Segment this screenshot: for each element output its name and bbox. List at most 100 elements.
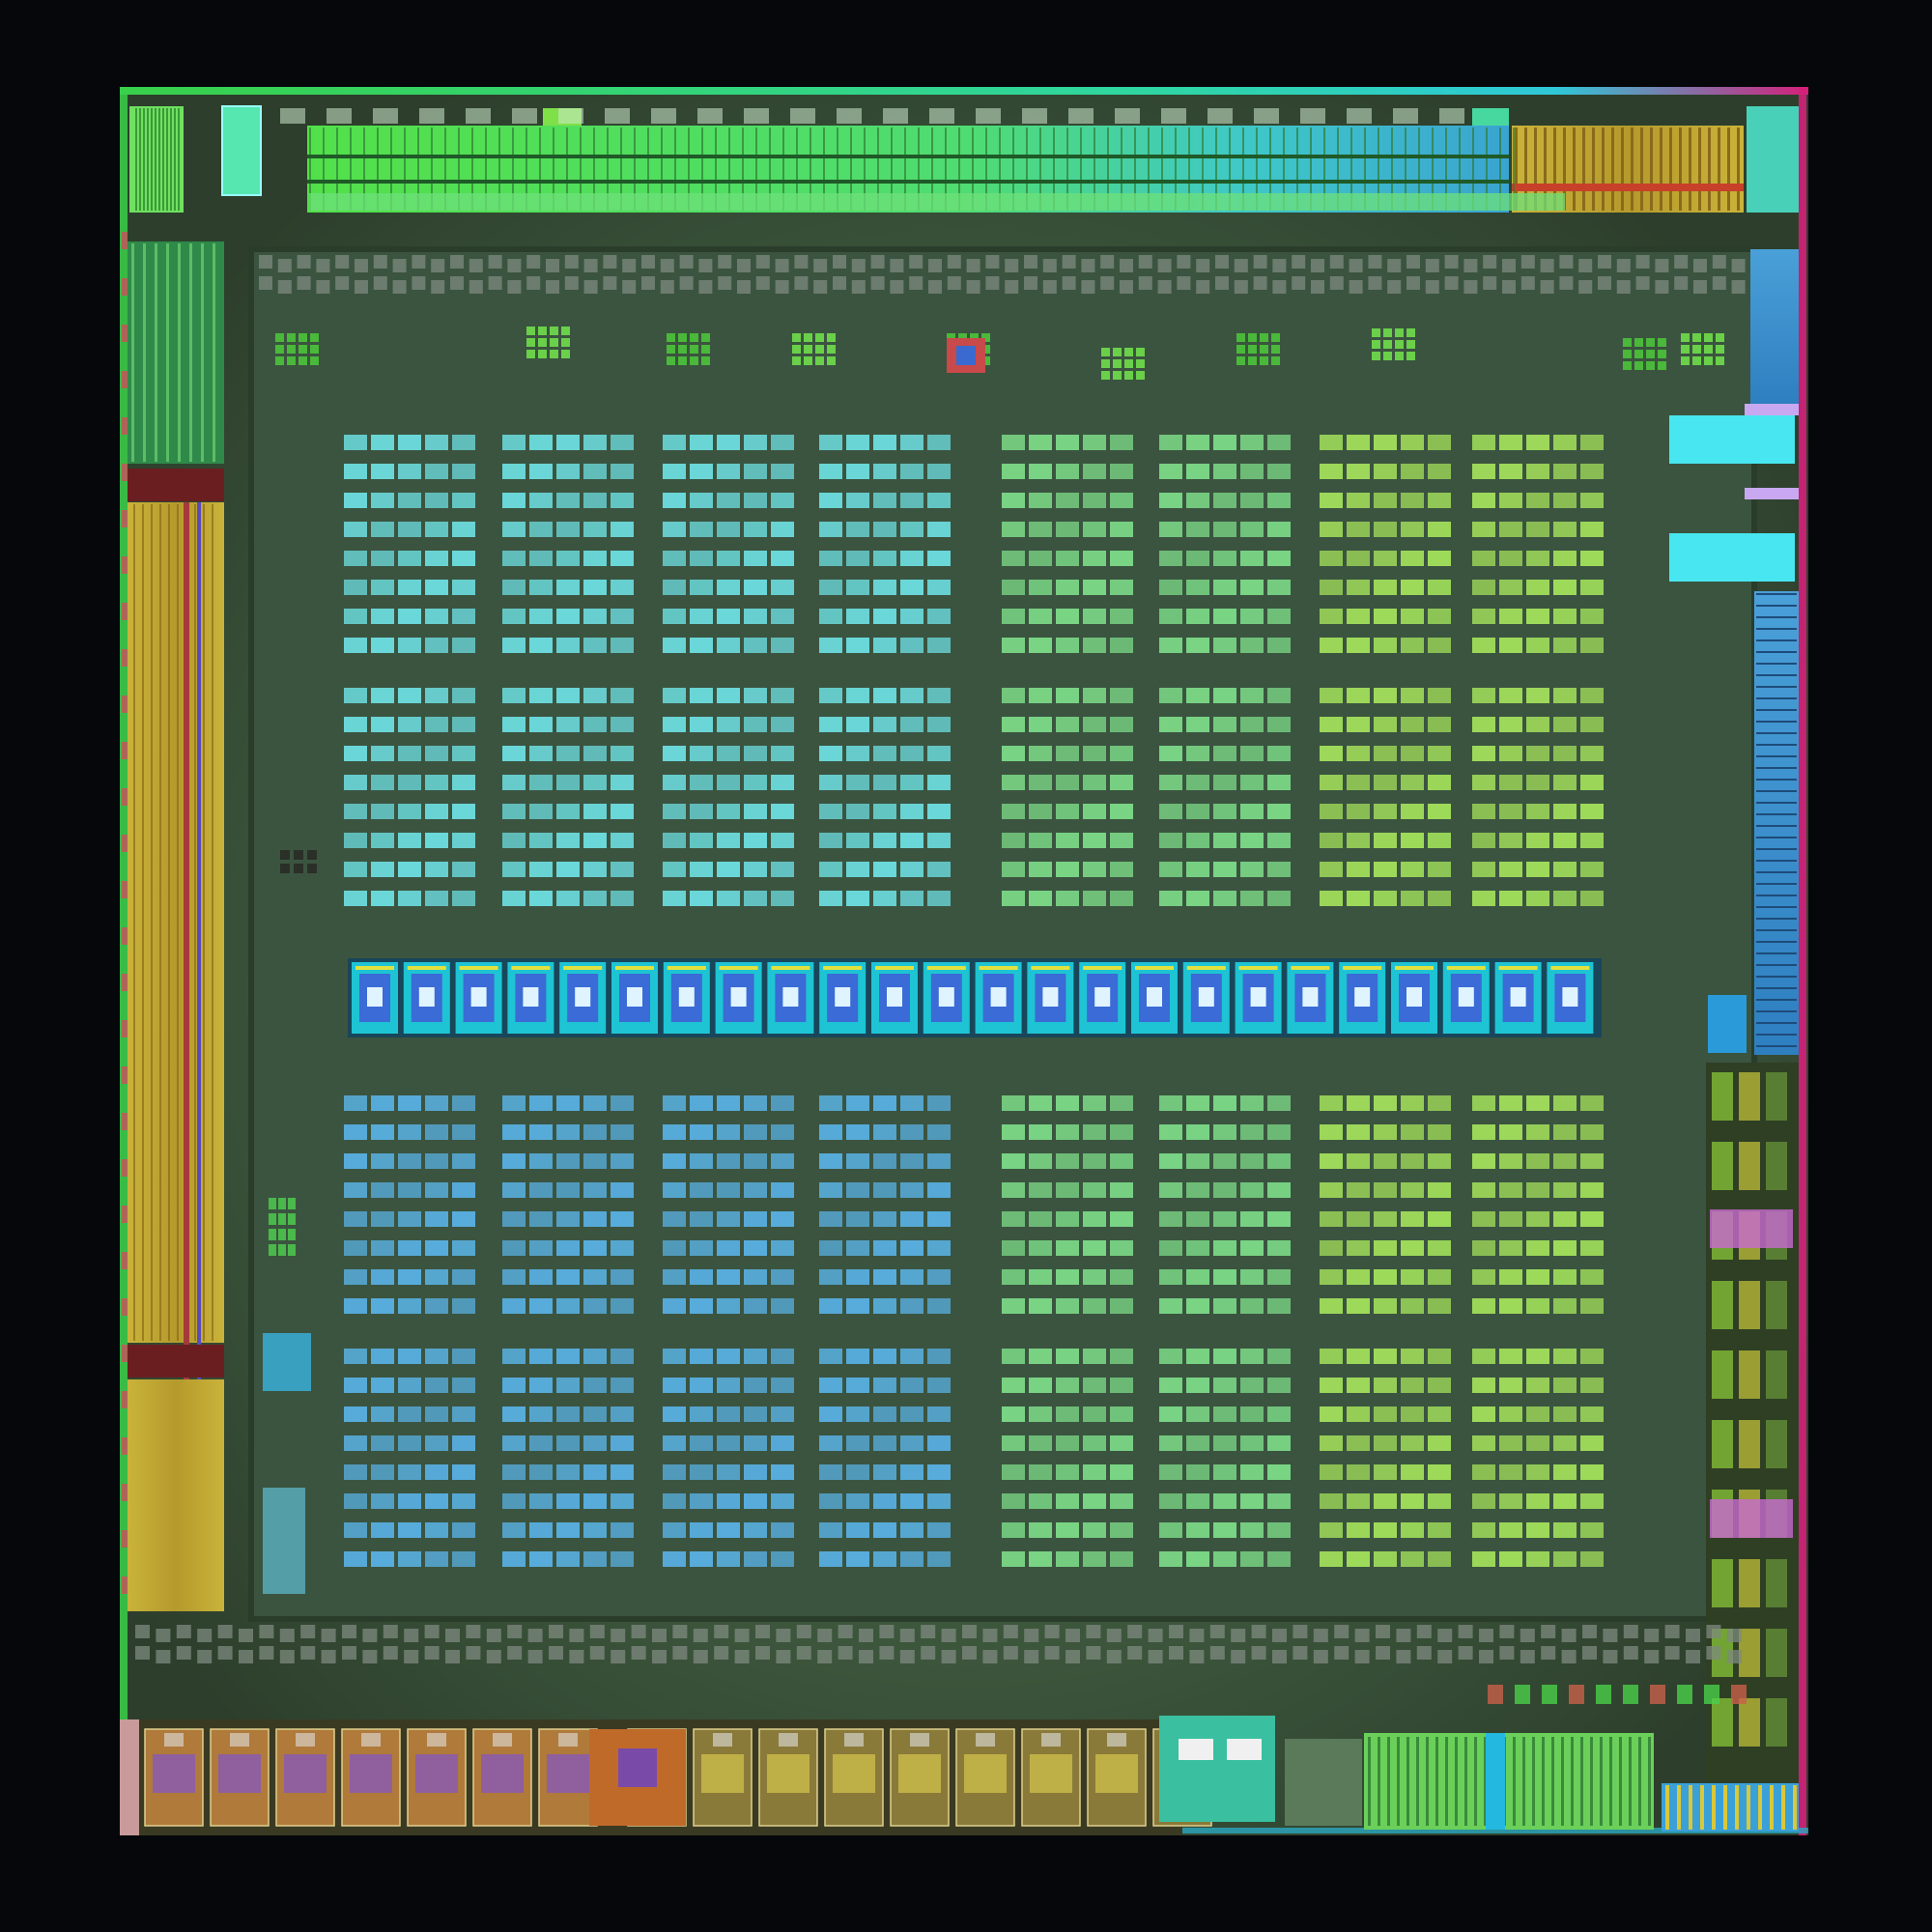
memory-cell [1374,435,1397,450]
memory-cell [583,1095,607,1111]
memory-cell [583,1298,607,1314]
memory-cell [846,1269,869,1285]
pad-cell [1272,280,1287,294]
memory-cell [1347,1551,1370,1567]
cluster-cell [1372,352,1380,360]
memory-cell [1056,580,1079,595]
pad-cell [1081,280,1095,294]
memory-cell [452,1464,475,1480]
pad-cell [1209,1646,1225,1660]
memory-cell [1213,1211,1236,1227]
memory-cell [1580,609,1604,624]
memory-cell [873,1269,896,1285]
memory-cell [1056,688,1079,703]
memory-cell [900,775,923,790]
right-logic-cell [1739,1072,1760,1121]
memory-cell [1526,746,1549,761]
pad-cell [1209,1625,1225,1638]
memory-cell [1029,1153,1052,1169]
memory-cell [1110,1182,1133,1198]
memory-cell [846,609,869,624]
band-tile-center [523,987,539,1007]
memory-cell [1374,1551,1397,1567]
pad-cell [1463,259,1478,272]
memory-cell [583,1182,607,1198]
io-tile-core [964,1754,1007,1793]
bottom-small-cell [1542,1685,1557,1704]
memory-cell [1428,1240,1451,1256]
memory-cell [611,1464,634,1480]
memory-cell [344,833,367,848]
left-green-cell [278,1198,286,1209]
pad-cell [870,276,885,290]
memory-cell [611,1349,634,1364]
pad-cell [755,276,770,290]
memory-cell [1002,522,1025,537]
memory-cell [1347,1493,1370,1509]
memory-cell [717,1095,740,1111]
memory-cell [1240,1182,1264,1198]
band-tile-top [1238,966,1278,970]
memory-cell [529,746,553,761]
memory-cell [398,1298,421,1314]
memory-cell [1002,1551,1025,1567]
left-pad [122,881,128,898]
memory-cell [663,551,686,566]
memory-cell [873,804,896,819]
memory-cell [398,746,421,761]
memory-cell [1002,746,1025,761]
right-small-logic [1708,995,1747,1053]
memory-cell [452,1298,475,1314]
cluster-cell [1658,361,1666,370]
memory-cell [425,1240,448,1256]
band-tile-center [1562,987,1578,1007]
memory-cell [1320,1493,1343,1509]
memory-cell [1553,609,1577,624]
bus-divider [307,180,1509,184]
memory-cell [1186,1464,1209,1480]
memory-cell [1401,775,1424,790]
pad-cell [1292,276,1306,290]
memory-cell [1029,1095,1052,1111]
memory-cell [1499,1435,1522,1451]
memory-cell [1472,1269,1495,1285]
memory-cell [1240,833,1264,848]
memory-cell [611,1153,634,1169]
left-pad [122,1530,128,1548]
right-column-line [1756,639,1797,641]
memory-cell [1374,464,1397,479]
memory-cell [398,1269,421,1285]
memory-cell [1401,638,1424,653]
memory-cell [344,1522,367,1538]
band-tile-center [1198,987,1214,1007]
memory-cell [1240,1269,1264,1285]
memory-cell [1472,1378,1495,1393]
memory-cell [1499,891,1522,906]
bank-line [1669,128,1672,211]
cluster-cell [701,345,710,354]
memory-cell [819,609,842,624]
left-yellow-bank-lower [128,1379,224,1611]
right-bottom-line [1665,1785,1669,1830]
memory-cell [900,1378,923,1393]
memory-cell [1472,1464,1495,1480]
memory-cell [846,1182,869,1198]
pad-cell [1502,280,1516,294]
memory-cell [900,746,923,761]
bank-line [1631,128,1634,211]
top-pad [327,108,352,124]
cluster-cell [1124,371,1133,380]
memory-cell [1056,551,1079,566]
pad-cell [1387,259,1402,272]
memory-cell [1029,775,1052,790]
memory-cell [900,1349,923,1364]
pad-cell [1406,255,1420,269]
pad-cell [1520,276,1535,290]
right-magenta-block [1710,1209,1793,1248]
memory-cell [1029,435,1052,450]
bottom-bank-line [1629,1737,1632,1826]
pad-cell [486,1629,501,1642]
memory-cell [1499,1269,1522,1285]
memory-cell [1347,804,1370,819]
memory-cell [846,493,869,508]
